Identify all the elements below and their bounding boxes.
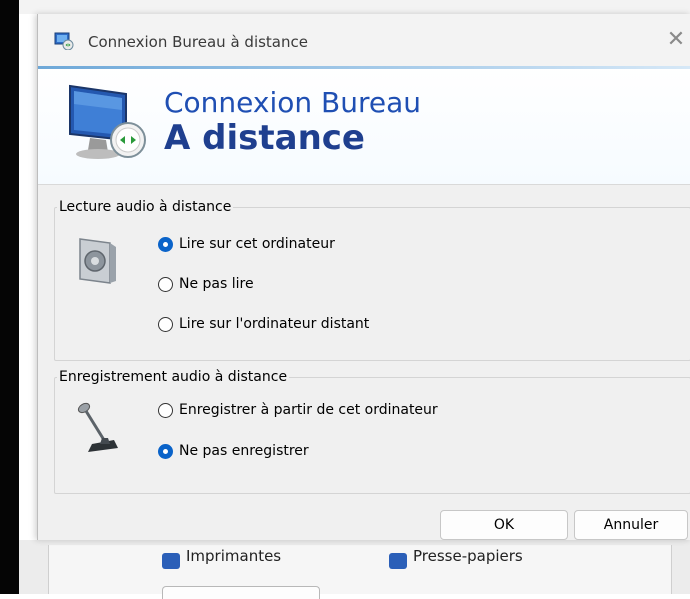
radio-no-record[interactable]: Ne pas enregistrer: [158, 443, 309, 459]
close-icon[interactable]: ✕: [664, 28, 688, 52]
radio-label: Ne pas enregistrer: [179, 443, 309, 459]
radio-indicator[interactable]: [158, 402, 173, 418]
recording-group: Enregistrement audio à distance: [54, 369, 690, 494]
monitor-icon: [69, 84, 146, 159]
banner-title-line2: A distance: [164, 118, 365, 158]
banner-accent-line: [38, 66, 690, 69]
window-title: Connexion Bureau à distance: [88, 33, 308, 51]
banner-title-line1: Connexion Bureau: [164, 86, 422, 119]
radio-label: Ne pas lire: [179, 276, 254, 292]
radio-label: Lire sur cet ordinateur: [179, 236, 335, 252]
title-bar: Connexion Bureau à distance ✕: [38, 14, 690, 66]
ok-button[interactable]: OK: [440, 510, 568, 540]
remote-desktop-icon: [54, 32, 74, 50]
radio-indicator[interactable]: [158, 443, 173, 459]
remote-audio-dialog: Connexion Bureau à distance ✕ Connexion …: [37, 14, 690, 540]
recording-legend: Enregistrement audio à distance: [59, 369, 288, 385]
radio-play-local[interactable]: Lire sur cet ordinateur: [158, 236, 335, 252]
speaker-icon: [79, 238, 116, 284]
radio-play-remote[interactable]: Lire sur l'ordinateur distant: [158, 316, 369, 332]
top-strip: [19, 0, 690, 14]
background-panel: [48, 545, 672, 594]
radio-label: Lire sur l'ordinateur distant: [179, 316, 370, 332]
playback-legend: Lecture audio à distance: [59, 199, 232, 215]
radio-label: Enregistrer à partir de cet ordinateur: [179, 402, 438, 418]
background-printers-checkbox[interactable]: [162, 553, 180, 569]
microphone-icon: [77, 402, 118, 452]
background-button[interactable]: [162, 586, 320, 599]
banner: Connexion Bureau A distance: [38, 66, 690, 185]
background-printers-label: Imprimantes: [186, 547, 282, 565]
radio-indicator[interactable]: [158, 236, 173, 252]
cancel-button[interactable]: Annuler: [574, 510, 688, 540]
radio-indicator[interactable]: [158, 276, 173, 292]
playback-group: Lecture audio à distance: [54, 199, 690, 361]
radio-no-play[interactable]: Ne pas lire: [158, 276, 254, 292]
left-edge: [0, 0, 19, 594]
radio-record-local[interactable]: Enregistrer à partir de cet ordinateur: [158, 402, 438, 418]
background-clipboard-label: Presse-papiers: [413, 547, 523, 565]
background-clipboard-checkbox[interactable]: [389, 553, 407, 569]
radio-indicator[interactable]: [158, 316, 173, 332]
